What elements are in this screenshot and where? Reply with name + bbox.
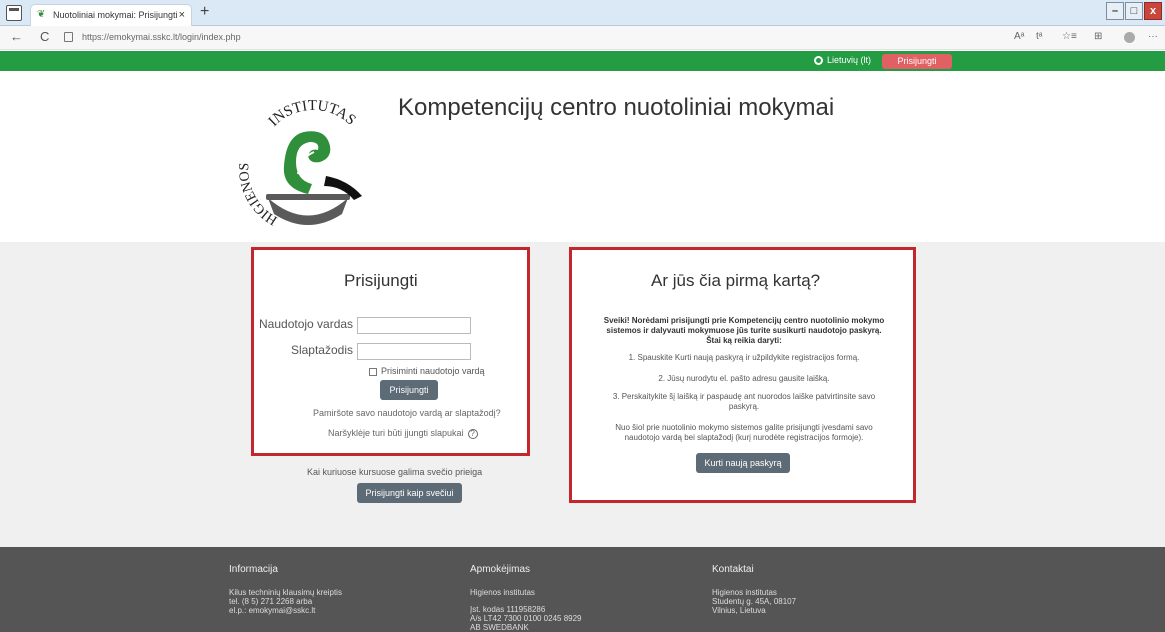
cookies-notice: Naršyklėje turi būti įjungti slapukai? [328, 428, 478, 439]
password-label: Slaptažodis [290, 343, 353, 357]
globe-icon [814, 55, 823, 65]
collections-icon[interactable]: ⊞ [1094, 31, 1102, 42]
site-favicon-icon: ❦ [37, 9, 46, 20]
footer-contacts-line: Vilnius, Lietuva [712, 606, 766, 615]
address-bar: ← C https://emokymai.sskc.lt/login/index… [0, 26, 1165, 50]
tab-title: Nuotoliniai mokymai: Prisijungti [53, 10, 178, 20]
footer-payment-line: AB SWEDBANK [470, 623, 529, 632]
remember-username-label: Prisiminti naudotojo vardą [381, 366, 485, 376]
footer-payment-name: Higienos institutas [470, 588, 535, 597]
footer-info-line: el.p.: emokymai@sskc.lt [229, 606, 316, 615]
footer-contacts-line: Higienos institutas [712, 588, 777, 597]
username-label: Naudotojo vardas [259, 317, 354, 331]
url-field[interactable]: https://emokymai.sskc.lt/login/index.php [82, 32, 241, 42]
read-aloud-icon[interactable]: Aᵃ [1014, 31, 1024, 42]
tab-close-icon[interactable]: × [179, 5, 185, 25]
language-label: Lietuvių (lt) [827, 55, 872, 65]
footer-payment-heading: Apmokėjimas [470, 564, 531, 575]
footer-contacts-line: Studentų g. 45A, 08107 [712, 597, 797, 606]
minimize-icon[interactable]: – [1106, 2, 1124, 20]
signup-intro-line: sistemos ir dalyvauti mokymuose jūs turi… [606, 326, 882, 335]
language-menu[interactable]: Lietuvių (lt) [814, 55, 871, 65]
window-close-icon[interactable]: x [1144, 2, 1162, 20]
new-tab-icon[interactable]: + [200, 3, 209, 21]
signup-heading: Ar jūs čia pirmą kartą? [651, 271, 821, 290]
profile-avatar[interactable] [1124, 32, 1135, 43]
password-input[interactable] [357, 343, 471, 360]
footer-info-text: Kilus techninių klausimų kreiptis tel. (… [229, 588, 342, 615]
site-footer [0, 547, 1165, 632]
back-icon[interactable]: ← [10, 29, 23, 44]
username-input[interactable] [357, 317, 471, 334]
signup-intro-line: Sveiki! Norėdami prisijungti prie Kompet… [603, 316, 885, 325]
navbar-login-button[interactable]: Prisijungti [882, 54, 952, 69]
footer-payment-text: Įst. kodas 111958286 A/s LT42 7300 0100 … [470, 605, 582, 632]
immersive-reader-icon[interactable]: tᵃ [1036, 31, 1043, 42]
signup-intro-line: Štai ką reikia daryti: [706, 336, 782, 345]
signup-step-3: 3. Perskaitykite šį laišką ir paspaudę a… [585, 392, 903, 412]
higienos-institutas-logo: INSTITUTAS HIGIENOS [238, 98, 362, 228]
help-icon[interactable]: ? [467, 428, 478, 439]
signup-outro: Nuo šiol prie nuotolinio mokymo sistemos… [585, 423, 903, 443]
maximize-icon[interactable]: □ [1125, 2, 1143, 20]
footer-contacts-text: Higienos institutas Studentų g. 45A, 081… [712, 588, 796, 615]
footer-payment-line: Įst. kodas 111958286 [470, 605, 546, 614]
guest-login-button[interactable]: Prisijungti kaip svečiui [357, 483, 462, 503]
footer-payment-line: A/s LT42 7300 0100 0245 8929 [470, 614, 582, 623]
login-heading: Prisijungti [344, 271, 418, 290]
cookies-notice-text: Naršyklėje turi būti įjungti slapukai [328, 428, 464, 438]
footer-contacts-heading: Kontaktai [712, 564, 754, 575]
logo-text-top: INSTITUTAS [266, 98, 359, 130]
signup-outro-line: Nuo šiol prie nuotolinio mokymo sistemos… [615, 423, 873, 432]
site-navbar: Lietuvių (lt) Prisijungti [0, 51, 1165, 71]
footer-info-line: tel. (8 5) 271 2268 arba [229, 597, 313, 606]
signup-step-3-line: paskyrą. [728, 402, 760, 411]
more-menu-icon[interactable]: ··· [1148, 31, 1158, 42]
remember-username-checkbox[interactable] [369, 368, 377, 376]
login-submit-button[interactable]: Prisijungti [380, 380, 438, 400]
signup-outro-line: naudotojo vardą bei slaptažodį (kurį nur… [624, 433, 864, 442]
browser-tab-bar: ❦ Nuotoliniai mokymai: Prisijungti × + –… [0, 0, 1165, 26]
signup-intro: Sveiki! Norėdami prisijungti prie Kompet… [585, 316, 903, 346]
site-title: Kompetencijų centro nuotoliniai mokymai [398, 94, 835, 121]
signup-step-1: 1. Spauskite Kurti naują paskyrą ir užpi… [628, 353, 860, 362]
refresh-icon[interactable]: C [40, 29, 49, 44]
tab-actions-icon[interactable] [6, 5, 22, 21]
browser-tab[interactable]: ❦ Nuotoliniai mokymai: Prisijungti × [30, 4, 192, 26]
signup-step-3-line: 3. Perskaitykite šį laišką ir paspaudę a… [612, 392, 876, 401]
lock-icon[interactable] [64, 32, 73, 42]
footer-info-heading: Informacija [229, 564, 278, 575]
footer-info-line: Kilus techninių klausimų kreiptis [229, 588, 342, 597]
window-controls: – □ x [1105, 2, 1162, 20]
signup-step-2: 2. Jūsų nurodytu el. pašto adresu gausit… [658, 374, 830, 383]
guest-access-note: Kai kuriuose kursuose galima svečio prie… [307, 467, 483, 477]
create-account-button[interactable]: Kurti naują paskyrą [696, 453, 790, 473]
forgot-password-link[interactable]: Pamiršote savo naudotojo vardą ar slapta… [313, 408, 501, 418]
favorites-icon[interactable]: ☆≡ [1062, 31, 1077, 42]
